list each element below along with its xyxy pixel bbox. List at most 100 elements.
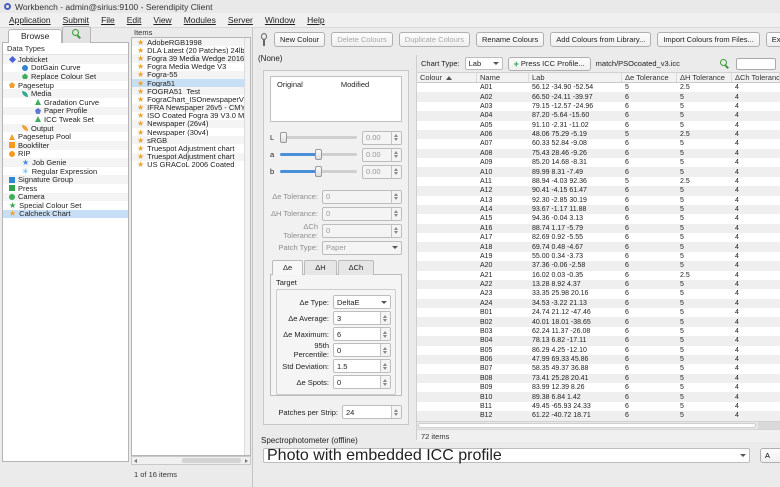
- spinner-icon[interactable]: [391, 132, 401, 144]
- slider-b-handle[interactable]: [315, 166, 322, 177]
- list-item-newspaper-26v4[interactable]: ★Newspaper (26v4): [132, 120, 250, 128]
- menu-server[interactable]: Server: [223, 14, 258, 26]
- scroll-left-icon[interactable]: [134, 459, 137, 463]
- table-row-A09[interactable]: A0985.20 14.68 -8.31654: [417, 158, 780, 167]
- spinner-icon[interactable]: [391, 208, 401, 220]
- list-item-iso-coated-fogra-39-v3-0-media-w[interactable]: ★ISO Coated Fogra 39 V3.0 Media W: [132, 112, 250, 120]
- table-row-B01[interactable]: B0124.74 21.12 -47.46654: [417, 308, 780, 317]
- column-dch-tolerance[interactable]: ΔCh Tolerance: [732, 73, 780, 82]
- table-horizontal-scrollbar[interactable]: [417, 421, 780, 429]
- add-colours-from-library-button[interactable]: Add Colours from Library...: [550, 32, 651, 47]
- import-colours-from-files-button[interactable]: Import Colours from Files...: [657, 32, 759, 47]
- list-item-us-gracol-2006-coated[interactable]: ★US GRACoL 2006 Coated: [132, 161, 250, 169]
- table-row-A05[interactable]: A0591.10 -2.31 -11.02654: [417, 121, 780, 130]
- spinner-icon[interactable]: [391, 225, 401, 237]
- column-de-tolerance[interactable]: Δe Tolerance: [622, 73, 677, 82]
- dh-tolerance-field[interactable]: 0: [322, 207, 402, 221]
- table-row-B05[interactable]: B0586.29 4.25 -12.10654: [417, 346, 780, 355]
- spectrophotometer-select[interactable]: Photo with embedded ICC profile: [263, 448, 750, 463]
- chart-type-select[interactable]: Lab: [465, 57, 503, 70]
- column-dh-tolerance[interactable]: ΔH Tolerance: [677, 73, 732, 82]
- percentile-field[interactable]: 0: [333, 343, 391, 357]
- list-item-truespot-adjustment-chart[interactable]: ★Truespot Adjustment chart: [132, 153, 250, 161]
- spinner-icon[interactable]: [380, 376, 390, 388]
- table-row-A23[interactable]: A2333.35 25.98 20.16654: [417, 289, 780, 298]
- table-row-B02[interactable]: B0240.01 18.01 -38.65654: [417, 317, 780, 326]
- slider-a-value[interactable]: 0.00: [362, 148, 402, 162]
- tree-item-job-genie[interactable]: ★Job Genie: [3, 158, 128, 167]
- table-row-A12[interactable]: A1290.41 -4.15 61.47654: [417, 186, 780, 195]
- tree-item-signature-group[interactable]: Signature Group: [3, 175, 128, 184]
- menu-submit[interactable]: Submit: [58, 14, 94, 26]
- scrollbar-thumb[interactable]: [182, 458, 241, 463]
- tab-dch[interactable]: ΔCh: [338, 260, 375, 275]
- slider-b-value[interactable]: 0.00: [362, 165, 402, 179]
- tree-item-dotgain-curve[interactable]: DotGain Curve: [3, 64, 128, 73]
- duplicate-colours-button[interactable]: Duplicate Colours: [399, 32, 470, 47]
- spinner-icon[interactable]: [391, 406, 401, 418]
- table-row-B09[interactable]: B0983.99 12.39 8.26654: [417, 383, 780, 392]
- tree-item-calcheck-chart[interactable]: ★Calcheck Chart: [3, 210, 128, 219]
- table-row-B08[interactable]: B0873.41 25.28 20.41654: [417, 374, 780, 383]
- table-row-A16[interactable]: A1688.74 1.17 -5.79654: [417, 224, 780, 233]
- table-row-A18[interactable]: A1869.74 0.48 -4.67654: [417, 242, 780, 251]
- table-row-A01[interactable]: A0156.12 -34.90 -52.5452.54: [417, 83, 780, 92]
- spinner-icon[interactable]: [391, 166, 401, 178]
- table-row-A07[interactable]: A0760.33 52.84 -9.08654: [417, 139, 780, 148]
- list-item-fogra-55[interactable]: ★Fogra-55: [132, 71, 250, 79]
- de-tolerance-field[interactable]: 0: [322, 190, 402, 204]
- tree-item-output[interactable]: Output: [3, 124, 128, 133]
- new-colour-button[interactable]: New Colour: [274, 32, 325, 47]
- table-row-A06[interactable]: A0648.06 75.29 -5.1952.54: [417, 130, 780, 139]
- table-row-A21[interactable]: A2116.02 0.03 -0.3562.54: [417, 271, 780, 280]
- patches-per-strip-field[interactable]: 24: [342, 405, 402, 419]
- de-spots-field[interactable]: 0: [333, 375, 391, 389]
- list-item-fogra-39-media-wedge-2016[interactable]: ★Fogra 39 Media Wedge 2016: [132, 54, 250, 62]
- partial-button[interactable]: A: [760, 448, 780, 463]
- spinner-icon[interactable]: [380, 312, 390, 324]
- table-row-A04[interactable]: A0487.20 -5.64 -15.60654: [417, 111, 780, 120]
- table-row-A15[interactable]: A1594.36 -0.04 3.13654: [417, 214, 780, 223]
- table-row-A20[interactable]: A2037.36 -0.06 -2.58654: [417, 261, 780, 270]
- table-row-A22[interactable]: A2213.28 8.92 4.37654: [417, 280, 780, 289]
- list-item-truespot-adjustment-chart[interactable]: ★Truespot Adjustment chart: [132, 144, 250, 152]
- tree-item-paper-profile[interactable]: Paper Profile: [3, 107, 128, 116]
- list-item-srgb[interactable]: ★sRGB: [132, 136, 250, 144]
- press-icc-profile-button[interactable]: +Press ICC Profile...: [508, 57, 591, 71]
- de-maximum-field[interactable]: 6: [333, 327, 391, 341]
- list-item-dla-latest-20-patches-24lb-lab-m[interactable]: ★DLA Latest (20 Patches) 24lb Lab (M: [132, 46, 250, 54]
- de-average-field[interactable]: 3: [333, 311, 391, 325]
- tree-item-icc-tweak-set[interactable]: ICC Tweak Set: [3, 115, 128, 124]
- table-row-B11[interactable]: B1149.45 -65.93 24.33654: [417, 402, 780, 411]
- std-deviation-field[interactable]: 1.5: [333, 359, 391, 373]
- tab-browse[interactable]: Browse: [8, 29, 62, 43]
- tree-item-replace-colour-set[interactable]: Replace Colour Set: [3, 72, 128, 81]
- spinner-icon[interactable]: [380, 360, 390, 372]
- tab-de[interactable]: Δe: [272, 260, 303, 275]
- table-row-B07[interactable]: B0758.35 49.37 36.88654: [417, 364, 780, 373]
- delete-colours-button[interactable]: Delete Colours: [331, 32, 393, 47]
- menu-view[interactable]: View: [148, 14, 176, 26]
- tree-item-camera[interactable]: Camera: [3, 193, 128, 202]
- slider-a[interactable]: [280, 153, 357, 156]
- table-row-A10[interactable]: A1089.99 8.31 -7.49654: [417, 167, 780, 176]
- table-row-B06[interactable]: B0647.99 69.33 45.86654: [417, 355, 780, 364]
- column-lab[interactable]: Lab: [529, 73, 622, 82]
- slider-a-handle[interactable]: [315, 149, 322, 160]
- spinner-icon[interactable]: [380, 344, 390, 356]
- items-vertical-scrollbar[interactable]: [244, 38, 250, 455]
- spinner-icon[interactable]: [391, 191, 401, 203]
- table-row-A14[interactable]: A1493.67 -1.17 11.88654: [417, 205, 780, 214]
- table-row-A02[interactable]: A0266.50 -24.11 -39.97654: [417, 92, 780, 101]
- table-row-A08[interactable]: A0875.43 28.46 -9.26654: [417, 149, 780, 158]
- list-item-fogra51[interactable]: ★Fogra51: [132, 79, 250, 87]
- menu-window[interactable]: Window: [260, 14, 300, 26]
- table-row-B04[interactable]: B0478.13 6.82 -17.11654: [417, 336, 780, 345]
- slider-L[interactable]: [280, 136, 357, 139]
- items-horizontal-scrollbar[interactable]: [131, 456, 251, 465]
- list-item-ifra-newspaper-26v5-cmyk[interactable]: ★IFRA Newspaper 26v5 - CMYK: [132, 104, 250, 112]
- tree-item-pagesetup[interactable]: Pagesetup: [3, 81, 128, 90]
- column-colour[interactable]: Colour: [417, 73, 477, 82]
- pin-icon[interactable]: [259, 33, 268, 47]
- spinner-icon[interactable]: [391, 149, 401, 161]
